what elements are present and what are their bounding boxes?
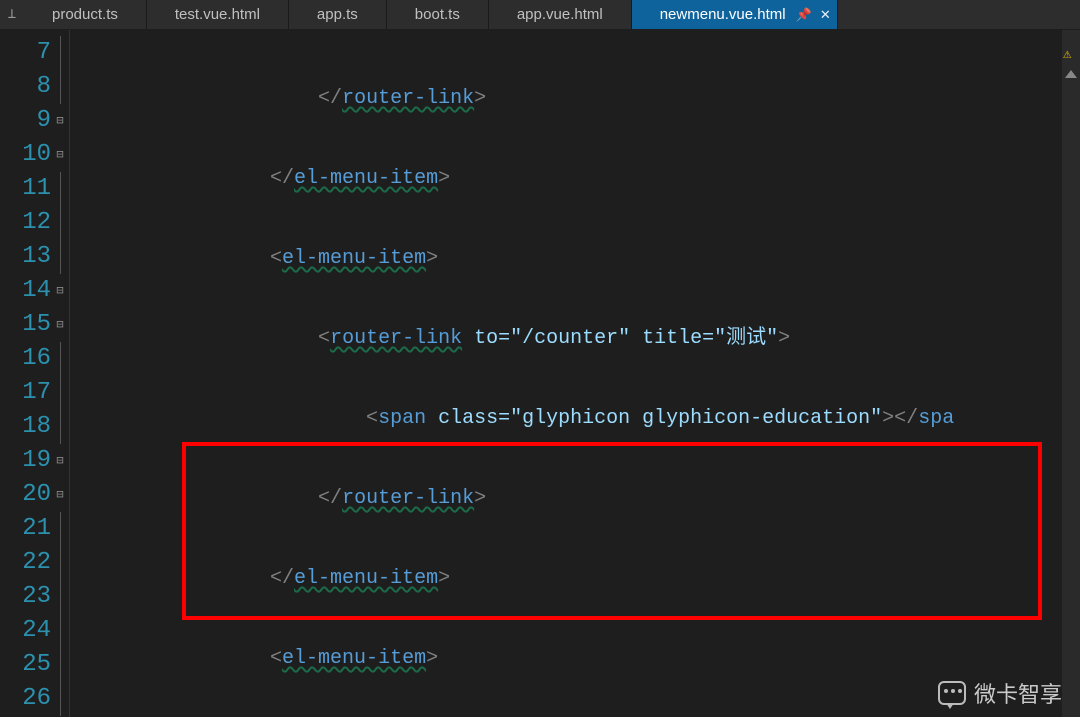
code-line: </el-menu-item> — [70, 562, 1080, 596]
fold-icon[interactable]: ⊟ — [53, 444, 67, 478]
wechat-icon — [938, 681, 966, 705]
code-line: </router-link> — [70, 82, 1080, 116]
tab-newmenu-vue-html[interactable]: newmenu.vue.html 📌 ✕ — [632, 0, 838, 29]
code-line: <router-link to="/counter" title="测试"> — [70, 322, 1080, 356]
watermark-text: 微卡智享 — [974, 677, 1062, 709]
fold-icon[interactable]: ⊟ — [53, 274, 67, 308]
close-icon[interactable]: ✕ — [820, 7, 831, 23]
scrollbar-overview[interactable]: ⚠ — [1062, 30, 1080, 717]
code-area[interactable]: </router-link> </el-menu-item> <el-menu-… — [70, 30, 1080, 717]
code-line: </router-link> — [70, 482, 1080, 516]
fold-icon[interactable]: ⊟ — [53, 478, 67, 512]
tab-test-vue-html[interactable]: test.vue.html — [147, 0, 289, 29]
tab-app-ts[interactable]: app.ts — [289, 0, 387, 29]
code-line: <el-menu-item> — [70, 642, 1080, 676]
warning-icon: ⚠ — [1063, 46, 1071, 63]
code-line: </el-menu-item> — [70, 162, 1080, 196]
scroll-up-icon[interactable] — [1065, 70, 1077, 78]
tab-app-vue-html[interactable]: app.vue.html — [489, 0, 632, 29]
code-editor[interactable]: 7 8 9⊟ 10⊟ 11 12 13 14⊟ 15⊟ 16 17 18 19⊟… — [0, 30, 1080, 717]
fold-icon[interactable]: ⊟ — [53, 104, 67, 138]
pin-icon[interactable]: 📌 — [796, 7, 812, 23]
code-line: <el-menu-item> — [70, 242, 1080, 276]
tab-product-ts[interactable]: product.ts — [24, 0, 147, 29]
tab-bar: ⊥ product.ts test.vue.html app.ts boot.t… — [0, 0, 1080, 30]
fold-icon[interactable]: ⊟ — [53, 308, 67, 342]
fold-icon[interactable]: ⊟ — [53, 138, 67, 172]
watermark: 微卡智享 — [938, 677, 1062, 709]
tab-boot-ts[interactable]: boot.ts — [387, 0, 489, 29]
code-line: <span class="glyphicon glyphicon-educati… — [70, 402, 1080, 436]
line-number-gutter: 7 8 9⊟ 10⊟ 11 12 13 14⊟ 15⊟ 16 17 18 19⊟… — [0, 30, 70, 717]
pushpin-icon[interactable]: ⊥ — [0, 0, 24, 29]
